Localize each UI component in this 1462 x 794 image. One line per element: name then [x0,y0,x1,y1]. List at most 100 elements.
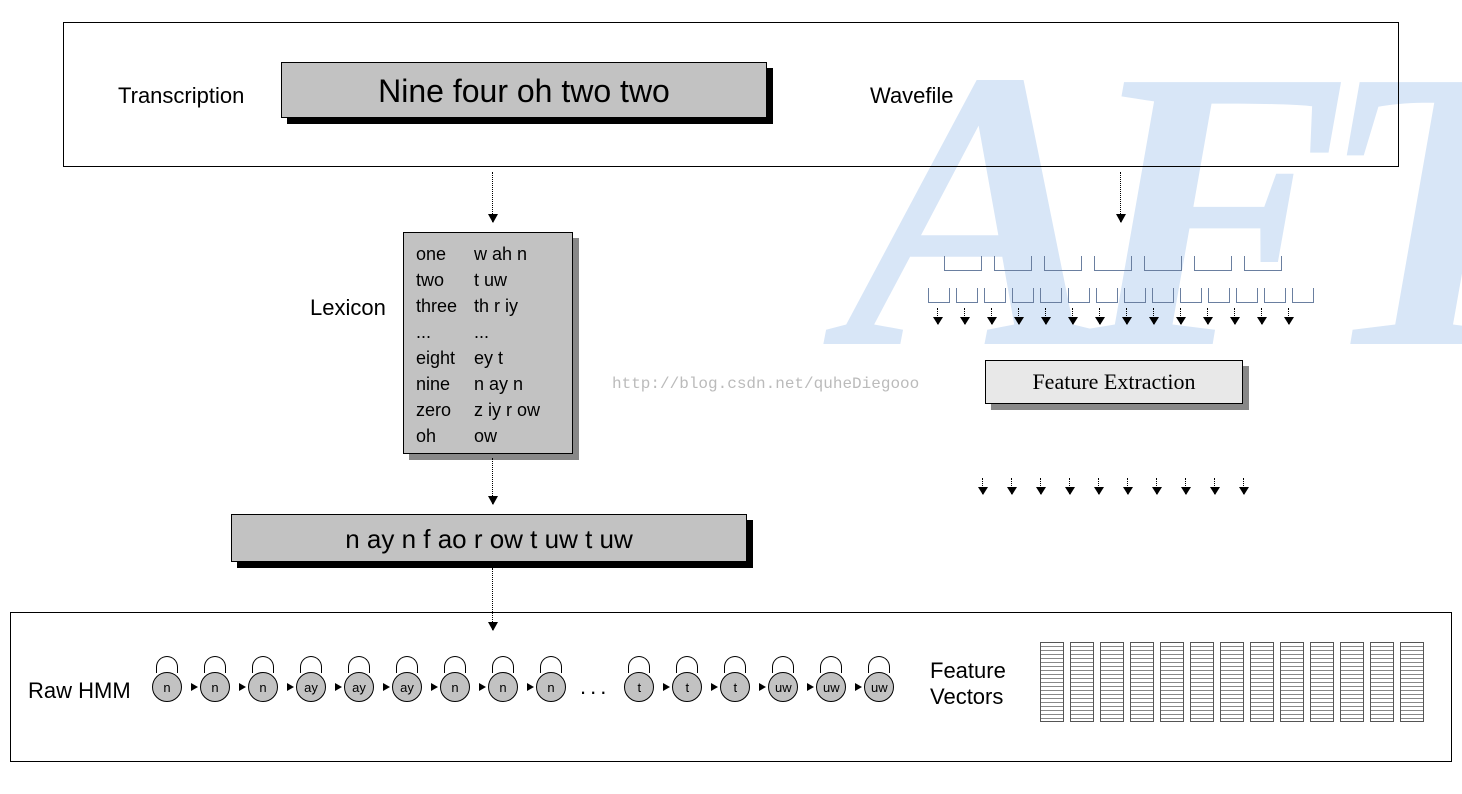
arrow-lexicon-to-phonemes [492,458,493,504]
frame-bracket-icon [1012,288,1034,303]
feature-extraction-label: Feature Extraction [986,361,1242,403]
arrows-frames-to-feature-extraction [924,308,1302,324]
down-arrow-icon [1234,308,1235,324]
lexicon-row: threeth r iy [416,293,560,319]
down-arrow-icon [1207,308,1208,324]
frame-bracket-icon [956,288,978,303]
transition-arrow-icon [378,687,388,688]
frame-bracket-icon [944,256,982,271]
lexicon-row: onew ah n [416,241,560,267]
feature-vector-column [1040,642,1064,722]
frame-bracket-icon [1244,256,1282,271]
lexicon-row: eightey t [416,345,560,371]
feature-vectors [1040,642,1424,722]
frame-bracket-icon [1208,288,1230,303]
down-arrow-icon [1126,308,1127,324]
feature-vectors-label-line1: Feature [930,658,1006,684]
frame-brackets-row-1 [944,256,1282,271]
hmm-state: uw [816,672,846,702]
down-arrow-icon [982,478,983,494]
transition-arrow-icon [658,687,668,688]
down-arrow-icon [1099,308,1100,324]
watermark-url: http://blog.csdn.net/quheDiegooo [612,375,919,393]
frame-bracket-icon [1068,288,1090,303]
hmm-state: ay [392,672,422,702]
frame-bracket-icon [1096,288,1118,303]
self-loop-icon [772,656,794,673]
transcription-box: Nine four oh two two [281,62,767,118]
transcription-text: Nine four oh two two [282,63,766,119]
hmm-state: t [672,672,702,702]
frame-bracket-icon [1152,288,1174,303]
down-arrow-icon [1288,308,1289,324]
down-arrow-icon [1040,478,1041,494]
hmm-state: uw [768,672,798,702]
self-loop-icon [820,656,842,673]
frame-bracket-icon [1044,256,1082,271]
hmm-state: t [720,672,750,702]
lexicon-row: zeroz iy r ow [416,397,560,423]
frame-bracket-icon [1094,256,1132,271]
down-arrow-icon [1011,478,1012,494]
feature-vector-column [1070,642,1094,722]
down-arrow-icon [1214,478,1215,494]
hmm-chain: nnnayayaynnn...tttuwuwuw [148,672,898,702]
arrows-feature-extraction-to-vectors [968,478,1258,494]
transition-arrow-icon [282,687,292,688]
down-arrow-icon [1069,478,1070,494]
feature-extraction-box: Feature Extraction [985,360,1243,404]
down-arrow-icon [991,308,992,324]
down-arrow-icon [1018,308,1019,324]
frame-bracket-icon [1124,288,1146,303]
frame-bracket-icon [1194,256,1232,271]
feature-vector-column [1370,642,1394,722]
self-loop-icon [348,656,370,673]
feature-vector-column [1280,642,1304,722]
down-arrow-icon [1127,478,1128,494]
transition-arrow-icon [802,687,812,688]
phoneme-text: n ay n f ao r ow t uw t uw [232,515,746,563]
down-arrow-icon [964,308,965,324]
lexicon-label: Lexicon [310,295,386,321]
hmm-state: t [624,672,654,702]
transition-arrow-icon [474,687,484,688]
feature-vector-column [1400,642,1424,722]
hmm-state: ay [296,672,326,702]
self-loop-icon [724,656,746,673]
down-arrow-icon [1156,478,1157,494]
feature-vector-column [1340,642,1364,722]
hmm-state: n [248,672,278,702]
lexicon-table: onew ah ntwot uwthreeth r iy......eighte… [404,233,572,457]
self-loop-icon [628,656,650,673]
hmm-state: n [200,672,230,702]
feature-vector-column [1160,642,1184,722]
lexicon-row: ...... [416,319,560,345]
down-arrow-icon [1261,308,1262,324]
self-loop-icon [868,656,890,673]
down-arrow-icon [1072,308,1073,324]
raw-hmm-label: Raw HMM [28,678,131,704]
self-loop-icon [396,656,418,673]
down-arrow-icon [1185,478,1186,494]
feature-vector-column [1190,642,1214,722]
feature-vector-column [1130,642,1154,722]
feature-vector-column [1250,642,1274,722]
transition-arrow-icon [754,687,764,688]
frame-bracket-icon [1264,288,1286,303]
frame-brackets-row-2 [928,288,1314,303]
lexicon-row: ninen ay n [416,371,560,397]
frame-bracket-icon [1292,288,1314,303]
transcription-label: Transcription [118,83,244,109]
down-arrow-icon [1153,308,1154,324]
hmm-state: uw [864,672,894,702]
phoneme-box: n ay n f ao r ow t uw t uw [231,514,747,562]
wavefile-label: Wavefile [870,83,954,109]
transition-arrow-icon [186,687,196,688]
down-arrow-icon [1180,308,1181,324]
hmm-state: ay [344,672,374,702]
hmm-state: n [488,672,518,702]
feature-vector-column [1220,642,1244,722]
self-loop-icon [492,656,514,673]
frame-bracket-icon [1180,288,1202,303]
self-loop-icon [540,656,562,673]
